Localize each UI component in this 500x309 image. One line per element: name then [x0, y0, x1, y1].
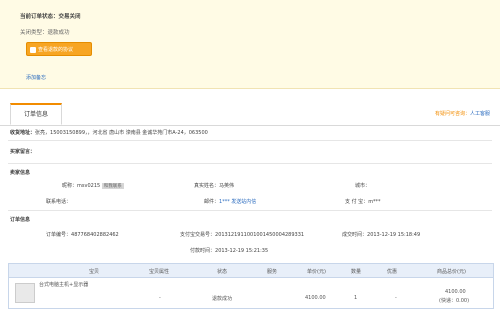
view-refund-button[interactable]: 查看退款的协议 [26, 42, 92, 56]
col-discount: 优惠 [387, 269, 398, 275]
deal-time-label: 成交时间： [342, 232, 368, 238]
order-status-heading: 当前订单状态：交易关闭 [20, 12, 81, 20]
contact-support-label: 有疑问可咨询： [434, 111, 470, 117]
seller-city: 城市： [355, 182, 370, 189]
order-section-title: 订单信息 [10, 217, 31, 223]
table-header: 宝贝 宝贝属性 状态 服务 单价(元) 数量 优惠 商品总价(元) [9, 264, 493, 278]
alipay-label: 支 付 宝： [345, 199, 369, 205]
col-qty: 数量 [351, 269, 362, 275]
realname-value: 马英伟 [219, 183, 235, 189]
unit-price: 4100.00 [305, 295, 326, 301]
seller-realname: 真实姓名：马英伟 [194, 182, 234, 189]
realname-label: 真实姓名： [194, 183, 220, 189]
divider [8, 140, 492, 141]
discount: - [395, 295, 397, 301]
email-label: 邮件： [204, 199, 220, 205]
product-attr: - [159, 295, 161, 301]
view-refund-label: 查看退款的协议 [38, 47, 74, 53]
phone-label: 联系电话： [46, 199, 72, 205]
col-item: 宝贝 [89, 269, 100, 275]
add-note-link[interactable]: 添加备忘 [26, 74, 46, 81]
divider [8, 210, 492, 211]
shipping-fee-note: (快递：0.00) [439, 298, 470, 304]
alipay-value: m*** [368, 199, 381, 205]
address-value: 张亮，15003150899，，河北省 唐山市 滦南县 金诚华苑门市A-24，0… [35, 130, 208, 136]
col-service: 服务 [267, 269, 278, 275]
refund-icon [30, 46, 36, 53]
nickname-value: msv0215 [77, 183, 101, 189]
trade-number-label: 支付宝交易号： [180, 232, 216, 238]
quantity: 1 [354, 295, 358, 301]
seller-phone: 联系电话： [46, 198, 71, 205]
col-status: 状态 [217, 269, 228, 275]
pay-time-label: 付款时间： [190, 248, 216, 254]
order-status-panel: 当前订单状态：交易关闭 关闭类型：退款成功 查看退款的协议 添加备忘 [0, 0, 500, 89]
col-price: 单价(元) [307, 269, 326, 275]
order-number-value: 487768402882462 [71, 232, 119, 238]
refund-status-link[interactable]: 退款成功 [212, 295, 232, 302]
city-label: 城市： [355, 183, 371, 189]
product-thumbnail[interactable] [15, 283, 35, 303]
col-total: 商品总价(元) [437, 269, 466, 275]
seller-section-title: 卖家信息 [10, 170, 31, 176]
deal-time: 成交时间：2013-12-19 15:18:49 [342, 231, 420, 238]
seller-email: 邮件：1*** 发送站内信 [204, 198, 256, 205]
tab-order-info[interactable]: 订单信息 [10, 103, 62, 125]
address-label: 收货地址： [10, 130, 36, 136]
col-attr: 宝贝属性 [149, 269, 170, 275]
seller-alipay: 支 付 宝：m*** [345, 198, 381, 205]
pay-time-value: 2013-12-19 15:21:35 [215, 248, 269, 254]
contact-support: 有疑问可咨询：人工客服 [435, 110, 490, 117]
order-status-value: 交易关闭 [58, 14, 81, 20]
divider [8, 163, 492, 164]
pay-time: 付款时间：2013-12-19 15:21:35 [190, 247, 268, 254]
close-type-text: 关闭类型：退款成功 [20, 30, 70, 36]
order-status-label: 当前订单状态： [20, 14, 59, 20]
order-tabs: 订单信息 有疑问可咨询：人工客服 [0, 103, 500, 126]
deal-time-value: 2013-12-19 15:18:49 [367, 232, 421, 238]
order-items-table: 宝贝 宝贝属性 状态 服务 单价(元) 数量 优惠 商品总价(元) 台式电脑主机… [8, 263, 494, 309]
shipping-address: 收货地址：张亮，15003150899，，河北省 唐山市 滦南县 金诚华苑门市A… [10, 129, 208, 136]
email-value[interactable]: 1*** 发送站内信 [219, 199, 256, 205]
support-link[interactable]: 人工客服 [470, 111, 490, 117]
nickname-label: 昵称： [62, 183, 78, 189]
contact-seller-tag[interactable]: 和我联系 [101, 183, 124, 189]
product-title-link[interactable]: 台式电脑主机+显示器 [39, 281, 88, 288]
trade-number-value: 2013121911001001450004289331 [215, 232, 305, 238]
buyer-note-label: 买家留言： [10, 149, 36, 155]
seller-nickname: 昵称：msv0215 和我联系 [62, 182, 124, 189]
alipay-trade-number: 支付宝交易号：2013121911001001450004289331 [180, 231, 304, 238]
order-number-label: 订单编号： [46, 232, 72, 238]
total-price: 4100.00 [445, 289, 466, 295]
order-number: 订单编号：487768402882462 [46, 231, 119, 238]
